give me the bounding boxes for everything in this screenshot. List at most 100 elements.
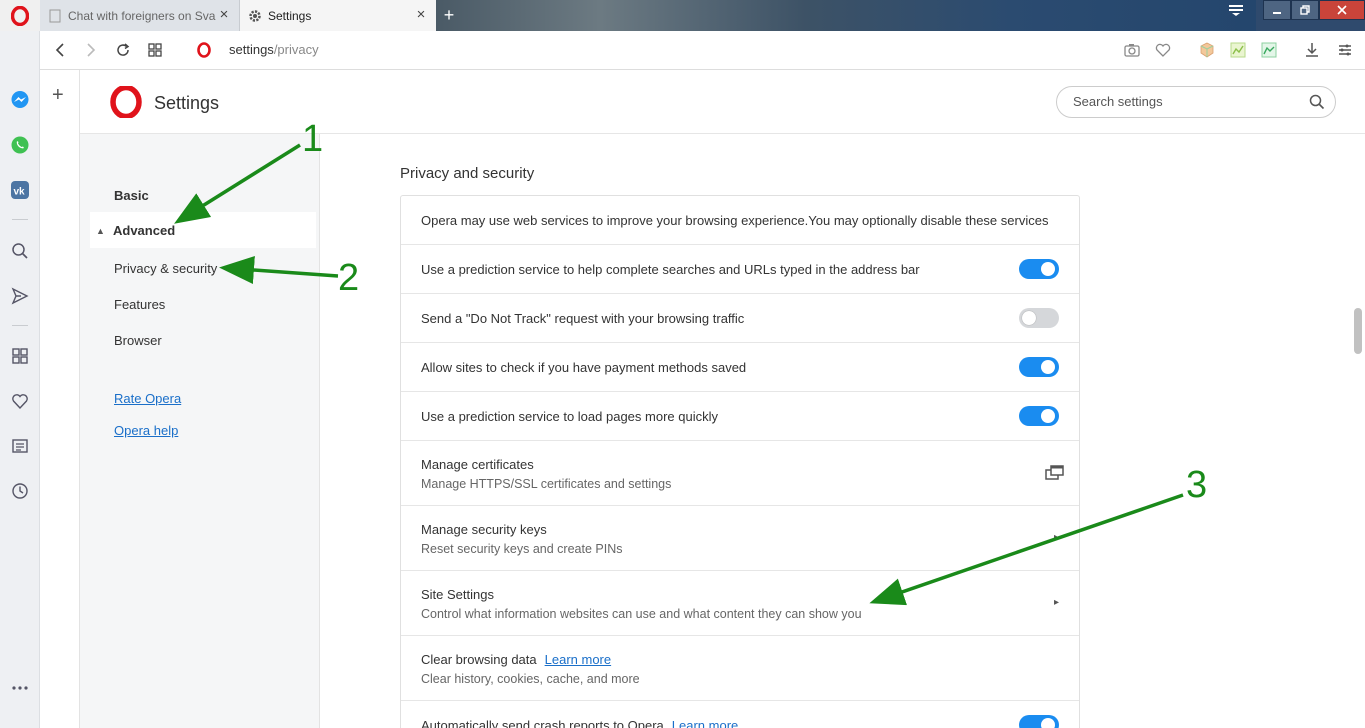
toggle-knob <box>1041 409 1055 423</box>
address-bar: settings/privacy <box>40 31 1365 70</box>
speed-dial-icon[interactable] <box>9 345 31 367</box>
search-settings-box[interactable] <box>1056 86 1336 118</box>
search-input[interactable] <box>1073 94 1293 109</box>
window-controls <box>1263 0 1365 22</box>
crash-reports-row[interactable]: Automatically send crash reports to Oper… <box>401 701 1079 728</box>
extension-cube-icon[interactable] <box>1198 41 1216 59</box>
settings-row[interactable]: Use a prediction service to help complet… <box>401 245 1079 294</box>
manage-certificates-row[interactable]: Manage certificates Manage HTTPS/SSL cer… <box>401 441 1079 506</box>
opera-address-icon <box>195 41 213 59</box>
minimize-icon[interactable] <box>1263 0 1291 20</box>
page-title: Settings <box>154 93 220 113</box>
row-sublabel: Reset security keys and create PINs <box>421 542 623 556</box>
whatsapp-icon[interactable] <box>9 134 31 156</box>
nav-features[interactable]: Features <box>114 297 165 312</box>
extension-chart-icon[interactable] <box>1229 41 1247 59</box>
chevron-right-icon: ▸ <box>1053 532 1059 543</box>
nav-advanced[interactable]: Advanced <box>113 223 175 238</box>
download-icon[interactable] <box>1303 41 1321 59</box>
close-tab-icon[interactable]: × <box>414 7 428 22</box>
url-host: settings <box>229 42 274 57</box>
left-sidebar: vk <box>0 31 40 728</box>
vk-icon[interactable]: vk <box>9 179 31 201</box>
payment-methods-toggle[interactable] <box>1019 357 1059 377</box>
row-label-text: Clear browsing data <box>421 652 537 667</box>
annotation-number-1: 1 <box>302 118 324 160</box>
settings-row[interactable]: Allow sites to check if you have payment… <box>401 343 1079 392</box>
manage-security-keys-row[interactable]: Manage security keys Reset security keys… <box>401 506 1079 571</box>
settings-nav: Basic ▲ Advanced Privacy & security Feat… <box>80 134 320 728</box>
open-external-icon[interactable] <box>1045 465 1065 481</box>
forward-icon[interactable] <box>82 41 100 59</box>
opera-logo-icon <box>110 86 142 118</box>
search-icon[interactable] <box>1309 94 1325 110</box>
news-icon[interactable] <box>9 435 31 457</box>
reload-icon[interactable] <box>114 41 132 59</box>
close-window-icon[interactable] <box>1319 0 1365 20</box>
bookmark-heart-icon[interactable] <box>1154 41 1172 59</box>
clear-browsing-data-row[interactable]: Clear browsing data Learn more Clear hist… <box>401 636 1079 701</box>
toggle-knob <box>1022 311 1036 325</box>
tab-settings[interactable]: Settings × <box>240 0 436 31</box>
restore-icon[interactable] <box>1291 0 1319 20</box>
nav-basic[interactable]: Basic <box>114 188 149 203</box>
sidebar-separator <box>12 325 28 326</box>
row-label: Opera may use web services to improve yo… <box>421 213 1049 228</box>
prediction-load-toggle[interactable] <box>1019 406 1059 426</box>
easy-setup-icon[interactable] <box>1228 3 1248 21</box>
nav-advanced-row[interactable]: ▲ Advanced <box>90 212 316 248</box>
prediction-search-toggle[interactable] <box>1019 259 1059 279</box>
url-path: /privacy <box>273 42 319 57</box>
annotation-number-3: 3 <box>1186 464 1208 506</box>
row-label: Manage security keys <box>421 522 547 537</box>
page-icon <box>48 9 62 23</box>
new-tab-button[interactable]: + <box>440 6 458 25</box>
svg-text:vk: vk <box>14 187 26 198</box>
send-icon[interactable] <box>9 285 31 307</box>
back-icon[interactable] <box>51 41 69 59</box>
row-label: Allow sites to check if you have payment… <box>421 360 747 375</box>
opera-menu-button[interactable] <box>0 0 40 31</box>
collapse-caret-icon: ▲ <box>96 226 105 236</box>
nav-privacy-security[interactable]: Privacy & security <box>114 261 217 276</box>
close-tab-icon[interactable]: × <box>217 7 231 22</box>
row-sublabel: Manage HTTPS/SSL certificates and settin… <box>421 477 672 491</box>
row-label: Clear browsing data Learn more <box>421 652 611 667</box>
add-panel-button[interactable]: + <box>52 84 64 107</box>
row-label: Manage certificates <box>421 457 534 472</box>
messenger-icon[interactable] <box>9 89 31 111</box>
heart-icon[interactable] <box>9 390 31 412</box>
toggle-knob <box>1041 718 1055 728</box>
do-not-track-toggle[interactable] <box>1019 308 1059 328</box>
more-icon[interactable] <box>9 677 31 699</box>
learn-more-link[interactable]: Learn more <box>545 652 611 667</box>
row-sublabel: Control what information websites can us… <box>421 607 862 621</box>
settings-row[interactable]: Use a prediction service to load pages m… <box>401 392 1079 441</box>
scrollbar-thumb[interactable] <box>1354 308 1362 354</box>
learn-more-link[interactable]: Learn more <box>672 718 738 728</box>
url-field[interactable]: settings/privacy <box>229 42 319 57</box>
privacy-card: Opera may use web services to improve yo… <box>400 195 1080 728</box>
nav-browser[interactable]: Browser <box>114 333 162 348</box>
settings-row: Opera may use web services to improve yo… <box>401 196 1079 245</box>
tab-chat[interactable]: Chat with foreigners on Sva × <box>40 0 240 31</box>
snapshot-icon[interactable] <box>1123 41 1141 59</box>
chevron-right-icon: ▸ <box>1053 597 1059 608</box>
search-icon[interactable] <box>9 240 31 262</box>
speed-dial-icon[interactable] <box>146 41 164 59</box>
site-settings-row[interactable]: Site Settings Control what information w… <box>401 571 1079 636</box>
row-label: Use a prediction service to help complet… <box>421 262 920 277</box>
rate-opera-link[interactable]: Rate Opera <box>114 391 181 406</box>
gear-icon <box>248 9 262 23</box>
annotation-number-2: 2 <box>338 257 360 299</box>
toggle-knob <box>1041 360 1055 374</box>
extension-graph-icon[interactable] <box>1260 41 1278 59</box>
easy-setup-menu-icon[interactable] <box>1336 41 1354 59</box>
opera-help-link[interactable]: Opera help <box>114 423 178 438</box>
tab-title: Settings <box>268 8 312 23</box>
crash-reports-toggle[interactable] <box>1019 715 1059 728</box>
history-icon[interactable] <box>9 480 31 502</box>
row-label: Automatically send crash reports to Oper… <box>421 718 738 728</box>
settings-row[interactable]: Send a "Do Not Track" request with your … <box>401 294 1079 343</box>
title-bar-background <box>436 0 1256 31</box>
